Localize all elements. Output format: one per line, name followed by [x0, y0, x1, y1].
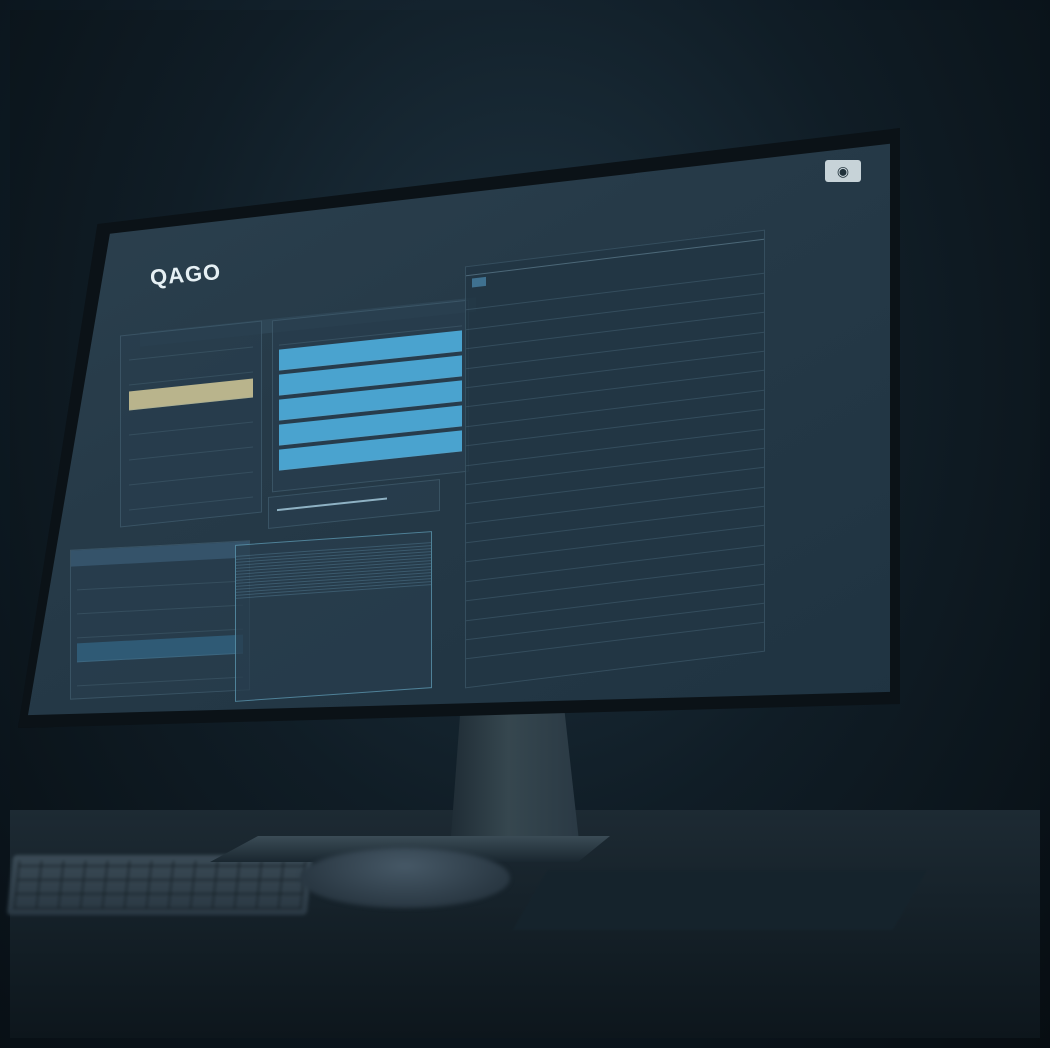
photo-frame: ◉ QAGO: [6, 10, 1040, 1038]
monitor-stand-neck: [450, 710, 580, 850]
table-cell-id: [466, 334, 510, 339]
table-cell-id: [466, 644, 510, 649]
table-cell-id: [466, 314, 510, 319]
table-cell-value: [704, 555, 764, 562]
table-cell-id: [466, 625, 510, 630]
list-item[interactable]: [77, 658, 243, 687]
bottom-left-panel: [70, 540, 250, 700]
table-cell-id: [466, 373, 510, 378]
table-cell-id: [466, 450, 510, 455]
table-cell-value: [704, 283, 764, 290]
table-cell-id: [466, 392, 510, 397]
table-cell-value: [704, 477, 764, 484]
webcam: ◉: [825, 160, 861, 182]
mid-list-panel: [272, 299, 469, 493]
sidebar: [120, 320, 262, 528]
table-cell-value: [704, 380, 764, 387]
table-cell-value: [704, 303, 764, 310]
table-cell-id: [466, 295, 510, 300]
table-cell-id: [466, 431, 510, 436]
table-cell-id: [466, 586, 510, 591]
list-item[interactable]: [77, 586, 243, 615]
mousepad: [512, 870, 928, 930]
table-cell-value: [704, 535, 764, 542]
table-cell-value: [704, 400, 764, 407]
keyboard-keys: [13, 861, 307, 909]
table-cell-id: [466, 547, 510, 552]
list-item-active[interactable]: [77, 634, 243, 663]
table-cell-value: [704, 419, 764, 426]
table-cell-id: [466, 470, 510, 475]
keyboard: [6, 855, 314, 915]
table-cell-value: [704, 497, 764, 504]
table-cell-value: [704, 322, 764, 329]
data-table: [465, 229, 765, 689]
table-cell-id: [466, 489, 510, 494]
table-cell-value: [704, 594, 764, 601]
table-cell-value: [704, 361, 764, 368]
list-item[interactable]: [77, 562, 243, 591]
table-cell-value: [704, 613, 764, 620]
table-cell-value: [704, 264, 764, 271]
table-cell-value: [704, 574, 764, 581]
table-cell-value: [704, 516, 764, 523]
table-cell-id: [466, 353, 510, 358]
table-cell-value: [704, 458, 764, 465]
table-cell-id: [466, 605, 510, 610]
table-body: [466, 254, 764, 660]
camera-icon: ◉: [836, 162, 850, 179]
slider-track[interactable]: [277, 497, 387, 512]
table-cell-value: [704, 341, 764, 348]
table-cell-value: [704, 438, 764, 445]
list-item[interactable]: [77, 610, 243, 639]
table-cell-id: [466, 528, 510, 533]
log-panel: [235, 531, 432, 702]
table-cell-id: [466, 411, 510, 416]
table-cell-id: [466, 567, 510, 572]
table-cell-id: [466, 508, 510, 513]
sub-tab-active[interactable]: [472, 276, 486, 288]
mouse: [300, 848, 510, 908]
